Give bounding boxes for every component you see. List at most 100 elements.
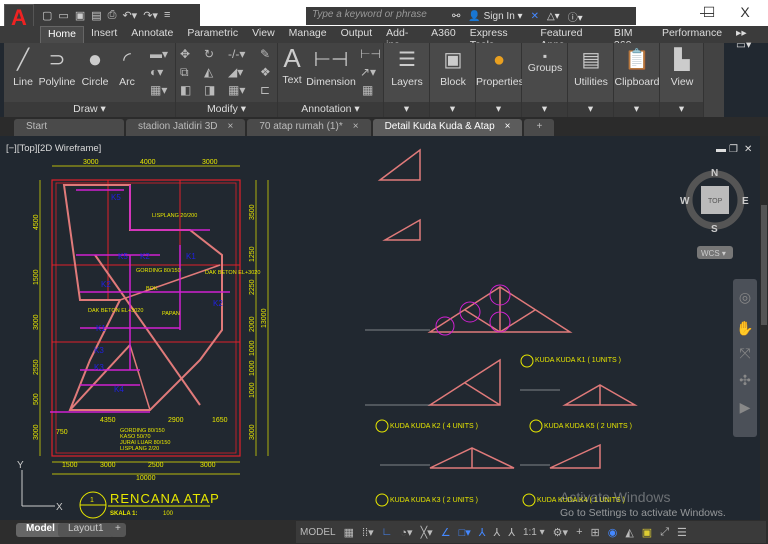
osnap-icon[interactable]: □▾ bbox=[459, 526, 471, 539]
ribbon-tab-express-tools[interactable]: Express Tools bbox=[463, 26, 534, 51]
print-icon[interactable]: ⎙ bbox=[108, 9, 117, 22]
close-tab-icon[interactable]: × bbox=[353, 121, 359, 134]
ribbon-tab-manage[interactable]: Manage bbox=[282, 26, 334, 43]
scale-icon[interactable]: ◨ bbox=[204, 83, 215, 97]
clipboard-expand[interactable]: ▾ bbox=[614, 102, 659, 117]
ribbon-tab-annotate[interactable]: Annotate bbox=[124, 26, 180, 43]
compass-w[interactable]: W bbox=[680, 196, 690, 207]
doc-tab[interactable]: Start bbox=[14, 119, 124, 136]
annotation-panel-label[interactable]: Annotation ▾ bbox=[278, 102, 383, 117]
arc-tool[interactable]: ◜ Arc bbox=[114, 47, 140, 88]
ribbon-tab-bim-360[interactable]: BIM 360 bbox=[607, 26, 655, 51]
tab-layout1[interactable]: Layout1 bbox=[58, 523, 114, 537]
rotate-icon[interactable]: ↻ bbox=[204, 47, 214, 61]
layers-expand[interactable]: ▾ bbox=[384, 102, 429, 117]
ribbon-tab-add-ins[interactable]: Add-ins bbox=[379, 26, 424, 51]
close-button[interactable]: X bbox=[730, 4, 760, 22]
polar-icon[interactable]: ◔▾ bbox=[400, 526, 412, 539]
drawing-canvas[interactable]: [−][Top][2D Wireframe] 3000 4000 3000 1500… bbox=[0, 136, 760, 520]
viewport-close-icon[interactable]: ✕ bbox=[744, 144, 752, 155]
ribbon-tab-home[interactable]: Home bbox=[40, 26, 85, 43]
wcs-menu[interactable]: WCS ▾ bbox=[701, 249, 726, 258]
ribbon-tab-a360[interactable]: A360 bbox=[424, 26, 463, 43]
save-as-icon[interactable]: ▤ bbox=[91, 9, 101, 22]
scrollbar-thumb[interactable] bbox=[761, 205, 767, 325]
grid-icon[interactable]: ▦ bbox=[344, 526, 354, 539]
showmotion-icon[interactable]: ▶ bbox=[733, 399, 757, 416]
search-input[interactable]: Type a keyword or phrase bbox=[306, 7, 446, 25]
view-expand[interactable]: ▾ bbox=[660, 102, 703, 117]
a360-icon[interactable]: △▾ bbox=[547, 11, 560, 22]
fillet-icon[interactable]: ◢▾ bbox=[228, 65, 243, 79]
copy-icon[interactable]: ⧉ bbox=[180, 65, 189, 80]
steering-wheel-icon[interactable]: ◎ bbox=[733, 289, 757, 306]
doc-tab[interactable]: stadion Jatidiri 3D × bbox=[126, 119, 246, 136]
leader-icon[interactable]: ↗▾ bbox=[360, 65, 376, 79]
viewport-restore-icon[interactable]: ❐ bbox=[729, 144, 738, 155]
properties-panel[interactable]: ● Properties ▾ bbox=[476, 43, 524, 117]
ortho-icon[interactable]: ∟ bbox=[382, 526, 393, 538]
explode-icon[interactable]: ❖ bbox=[260, 65, 271, 79]
compass-s[interactable]: S bbox=[711, 224, 718, 235]
move-icon[interactable]: ✥ bbox=[180, 47, 190, 61]
ribbon-tab-insert[interactable]: Insert bbox=[84, 26, 124, 43]
properties-expand[interactable]: ▾ bbox=[476, 102, 521, 117]
rectangle-icon[interactable]: ▬▾ bbox=[150, 47, 168, 61]
ribbon-more-icon[interactable]: ▸▸ ▭▾ bbox=[729, 26, 768, 51]
hardware-accel-icon[interactable]: ▣ bbox=[642, 526, 652, 539]
zoom-extents-icon[interactable]: ⤧ bbox=[733, 345, 757, 362]
circle-tool[interactable]: ● Circle bbox=[78, 47, 112, 89]
help-icon[interactable]: ⓘ▾ bbox=[568, 9, 583, 24]
trim-icon[interactable]: -/-▾ bbox=[228, 47, 245, 61]
linear-dim-icon[interactable]: ⊢⊣ bbox=[360, 47, 381, 61]
maximize-button-label[interactable]: ☐ bbox=[694, 4, 724, 22]
units-icon[interactable]: ⊞ bbox=[591, 526, 600, 539]
stretch-icon[interactable]: ◧ bbox=[180, 83, 191, 97]
erase-icon[interactable]: ✎ bbox=[260, 47, 270, 61]
sign-in-button[interactable]: 👤 Sign In ▾ bbox=[468, 11, 522, 22]
annotation-scale-select[interactable]: 1:1 ▾ bbox=[523, 527, 545, 538]
layers-panel[interactable]: ☰ Layers ▾ bbox=[384, 43, 430, 117]
binoculars-icon[interactable]: ⚯ bbox=[452, 11, 460, 22]
osnap-track-icon[interactable]: ∠ bbox=[441, 526, 451, 539]
workspace-gear-icon[interactable]: ⚙▾ bbox=[553, 526, 568, 539]
ribbon-tab-featured-apps[interactable]: Featured Apps bbox=[533, 26, 606, 51]
viewcube[interactable]: TOP N S E W WCS ▾ bbox=[680, 168, 749, 259]
ribbon-tab-performance[interactable]: Performance bbox=[655, 26, 729, 43]
gradient-icon[interactable]: ▦▾ bbox=[150, 83, 167, 97]
compass-n[interactable]: N bbox=[711, 168, 718, 179]
quick-properties-icon[interactable]: ◉ bbox=[608, 526, 618, 539]
exchange-icon[interactable]: ✕ bbox=[531, 11, 539, 22]
annotation-monitor-icon[interactable]: + bbox=[576, 526, 582, 538]
pan-icon[interactable]: ✋ bbox=[733, 320, 757, 337]
view-panel[interactable]: ▙ View ▾ bbox=[660, 43, 704, 117]
undo-icon[interactable]: ↶▾ bbox=[122, 9, 137, 22]
draw-panel-label[interactable]: Draw ▾ bbox=[4, 102, 175, 117]
groups-panel[interactable]: ▪ Groups ▾ bbox=[522, 43, 568, 117]
modify-panel-label[interactable]: Modify ▾ bbox=[176, 102, 277, 117]
mirror-icon[interactable]: ◭ bbox=[204, 65, 213, 79]
viewport-minimize-icon[interactable]: ▬ bbox=[716, 144, 726, 155]
groups-expand[interactable]: ▾ bbox=[522, 102, 567, 117]
new-icon[interactable]: ▢ bbox=[42, 9, 52, 22]
open-icon[interactable]: ▭ bbox=[58, 9, 68, 22]
autoscale-icon[interactable]: ⅄ bbox=[494, 526, 501, 539]
save-icon[interactable]: ▣ bbox=[75, 9, 85, 22]
isolate-icon[interactable]: ◭ bbox=[625, 526, 633, 539]
redo-icon[interactable]: ↷▾ bbox=[143, 9, 158, 22]
snap-icon[interactable]: ⁞⁞▾ bbox=[362, 526, 374, 539]
clipboard-panel[interactable]: 📋 Clipboard ▾ bbox=[614, 43, 660, 117]
hatch-icon[interactable]: ◐▾ bbox=[150, 65, 163, 79]
array-icon[interactable]: ▦▾ bbox=[228, 83, 245, 97]
close-tab-icon[interactable]: × bbox=[505, 121, 511, 134]
compass-e[interactable]: E bbox=[742, 196, 749, 207]
ribbon-tab-parametric[interactable]: Parametric bbox=[180, 26, 245, 43]
customize-menu-icon[interactable]: ☰ bbox=[677, 526, 687, 539]
new-tab-button[interactable]: + bbox=[524, 119, 555, 136]
doc-tab[interactable]: Detail Kuda Kuda & Atap × bbox=[372, 119, 523, 136]
offset-icon[interactable]: ⊏ bbox=[260, 83, 270, 97]
ribbon-tab-view[interactable]: View bbox=[245, 26, 282, 43]
dimension-tool[interactable]: ⊢⊣ Dimension bbox=[306, 47, 356, 88]
fullscreen-icon[interactable]: ⤢ bbox=[660, 526, 669, 539]
block-panel[interactable]: ▣ Block ▾ bbox=[430, 43, 476, 117]
